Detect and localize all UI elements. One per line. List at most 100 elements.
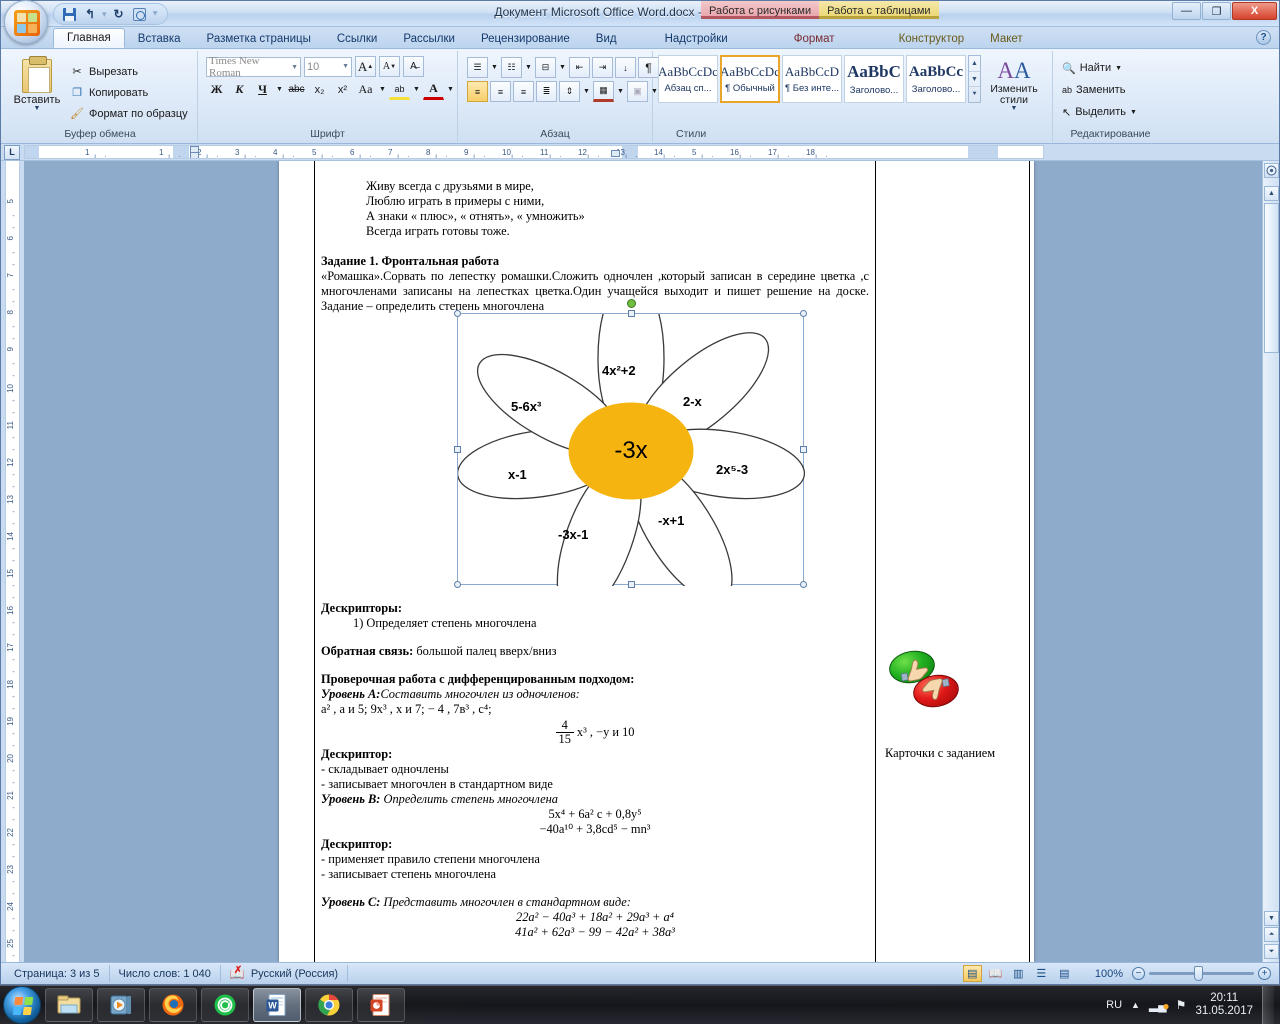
multilevel-list-icon[interactable]: ⊟ xyxy=(535,57,556,78)
zoom-out-button[interactable]: − xyxy=(1132,967,1145,980)
thumbs-image[interactable] xyxy=(886,647,962,711)
font-color-icon[interactable]: A xyxy=(423,79,444,100)
tab-view[interactable]: Вид xyxy=(583,30,630,48)
cut-button[interactable]: ✂ Вырезать xyxy=(66,61,191,82)
style-item[interactable]: AaBbCc Заголово... xyxy=(906,55,966,103)
resize-handle-e[interactable] xyxy=(800,446,807,453)
find-button[interactable]: 🔍 Найти ▼ xyxy=(1058,57,1126,79)
taskbar-powerpoint-icon[interactable] xyxy=(357,988,405,1022)
show-hidden-icons-icon[interactable]: ▲ xyxy=(1131,1000,1140,1010)
font-color-dropdown-icon[interactable]: ▼ xyxy=(446,79,455,100)
minimize-button[interactable]: — xyxy=(1172,2,1201,20)
proofing-status[interactable]: 📖 ✗ Русский (Россия) xyxy=(221,965,349,982)
format-painter-button[interactable]: 🖌 Формат по образцу xyxy=(66,103,191,124)
right-indent-marker[interactable] xyxy=(611,150,620,157)
zoom-level-label[interactable]: 100% xyxy=(1090,968,1128,980)
close-button[interactable]: X xyxy=(1232,2,1277,20)
bold-button[interactable]: Ж xyxy=(206,79,227,100)
align-right-icon[interactable]: ≡ xyxy=(513,81,534,102)
styles-gallery-scroll[interactable]: ▲ ▼ ⯆ xyxy=(968,55,981,103)
resize-handle-s[interactable] xyxy=(628,581,635,588)
find-dropdown-icon[interactable]: ▼ xyxy=(1115,65,1122,72)
contextual-tab-table-tools[interactable]: Работа с таблицами xyxy=(819,1,939,19)
numbered-list-icon[interactable]: ☷ xyxy=(501,57,522,78)
horizontal-ruler[interactable]: L 1 · ı 1 · ı 2 · ı 3 · ı 4 · ı 5 · ı 6 · ı 7 · ı 8 · ı 9 · ı 10 · ı 11 · ı… xyxy=(1,144,1279,161)
restore-button[interactable]: ❐ xyxy=(1202,2,1231,20)
justify-icon[interactable]: ≣ xyxy=(536,81,557,102)
help-icon[interactable]: ? xyxy=(1256,30,1271,45)
line-spacing-icon[interactable]: ⇕ xyxy=(559,81,580,102)
align-left-icon[interactable]: ≡ xyxy=(467,81,488,102)
tab-format[interactable]: Формат xyxy=(781,30,848,48)
select-browse-object-button[interactable] xyxy=(1264,163,1279,178)
document-page[interactable]: Живу всегда с друзьями в мире, Люблю игр… xyxy=(279,161,1034,962)
change-case-dropdown-icon[interactable]: ▼ xyxy=(378,79,387,100)
tab-design[interactable]: Конструктор xyxy=(886,30,978,48)
font-size-input[interactable]: 10 ▼ xyxy=(304,56,352,77)
styles-scroll-up-icon[interactable]: ▲ xyxy=(969,56,980,72)
subscript-button[interactable]: x₂ xyxy=(309,79,330,100)
zoom-slider[interactable] xyxy=(1149,966,1254,981)
view-print-layout-icon[interactable]: ▤ xyxy=(962,965,982,982)
resize-handle-ne[interactable] xyxy=(800,310,807,317)
tab-layout[interactable]: Макет xyxy=(977,30,1036,48)
start-orb-icon[interactable] xyxy=(3,986,41,1024)
copy-button[interactable]: ❐ Копировать xyxy=(66,82,191,103)
font-name-input[interactable]: Times New Roman ▼ xyxy=(206,55,301,79)
vertical-scrollbar[interactable]: ▲ ▼ ⏶ ⏷ xyxy=(1262,161,1279,962)
resize-handle-n[interactable] xyxy=(628,310,635,317)
style-item[interactable]: AaBbC Заголово... xyxy=(844,55,904,103)
taskbar-word-icon[interactable]: W xyxy=(253,988,301,1022)
tab-references[interactable]: Ссылки xyxy=(324,30,391,48)
taskbar-firefox-icon[interactable] xyxy=(149,988,197,1022)
tab-stop-selector[interactable]: L xyxy=(4,145,20,160)
increase-indent-icon[interactable]: ⇥ xyxy=(592,57,613,78)
view-draft-icon[interactable]: ▤ xyxy=(1055,965,1074,982)
flower-image-selected[interactable]: 4x²+2 2-x 2x⁵-3 -x+1 -3x-1 x-1 5-6x³ -3x xyxy=(454,275,807,617)
borders-icon[interactable]: ▣ xyxy=(627,81,648,102)
scroll-down-button[interactable]: ▼ xyxy=(1264,911,1279,926)
tray-clock[interactable]: 20:11 31.05.2017 xyxy=(1195,992,1253,1018)
shrink-font-button[interactable]: A ▼ xyxy=(379,56,400,77)
view-outline-icon[interactable]: ☰ xyxy=(1032,965,1051,982)
tab-mailings[interactable]: Рассылки xyxy=(390,30,468,48)
replace-button[interactable]: ab Заменить xyxy=(1058,79,1129,101)
status-word-count[interactable]: Число слов: 1 040 xyxy=(110,965,221,982)
tab-insert[interactable]: Вставка xyxy=(125,30,194,48)
network-icon[interactable]: ▂▄ ● xyxy=(1149,998,1170,1013)
language-label[interactable]: Русский (Россия) xyxy=(251,968,338,980)
styles-more-icon[interactable]: ⯆ xyxy=(969,87,980,102)
shading-dropdown-icon[interactable]: ▼ xyxy=(616,81,625,102)
view-full-screen-reading-icon[interactable]: 📖 xyxy=(986,965,1005,982)
resize-handle-nw[interactable] xyxy=(454,310,461,317)
bullet-list-icon[interactable]: ☰ xyxy=(467,57,488,78)
view-web-layout-icon[interactable]: ▥ xyxy=(1009,965,1028,982)
document-body-lower[interactable]: Дескрипторы: 1) Определяет степень много… xyxy=(321,601,869,940)
taskbar-whatsapp-icon[interactable] xyxy=(201,988,249,1022)
paste-dropdown-icon[interactable]: ▼ xyxy=(34,105,41,112)
clear-formatting-icon[interactable]: A̶ xyxy=(403,56,424,77)
zoom-slider-thumb[interactable] xyxy=(1194,966,1203,981)
line-spacing-dropdown-icon[interactable]: ▼ xyxy=(582,81,591,102)
style-item[interactable]: AaBbCcDc Абзац сп... xyxy=(658,55,718,103)
numbering-dropdown-icon[interactable]: ▼ xyxy=(524,57,533,78)
paste-button[interactable]: Вставить ▼ xyxy=(8,55,66,112)
multilevel-dropdown-icon[interactable]: ▼ xyxy=(558,57,567,78)
scroll-up-button[interactable]: ▲ xyxy=(1264,186,1279,201)
resize-handle-se[interactable] xyxy=(800,581,807,588)
change-case-button[interactable]: Aa xyxy=(355,79,376,100)
bullets-dropdown-icon[interactable]: ▼ xyxy=(490,57,499,78)
superscript-button[interactable]: x² xyxy=(332,79,353,100)
grow-font-button[interactable]: A ▲ xyxy=(355,56,376,77)
style-item[interactable]: AaBbCcD ¶ Без инте... xyxy=(782,55,842,103)
taskbar-chrome-icon[interactable] xyxy=(305,988,353,1022)
tab-page-layout[interactable]: Разметка страницы xyxy=(194,30,324,48)
underline-button[interactable]: Ч xyxy=(252,79,273,100)
resize-handle-w[interactable] xyxy=(454,446,461,453)
decrease-indent-icon[interactable]: ⇤ xyxy=(569,57,590,78)
align-center-icon[interactable]: ≡ xyxy=(490,81,511,102)
tab-addins[interactable]: Надстройки xyxy=(652,30,741,48)
tray-language-indicator[interactable]: RU xyxy=(1106,999,1122,1011)
strikethrough-button[interactable]: abc xyxy=(286,79,307,100)
tab-review[interactable]: Рецензирование xyxy=(468,30,583,48)
